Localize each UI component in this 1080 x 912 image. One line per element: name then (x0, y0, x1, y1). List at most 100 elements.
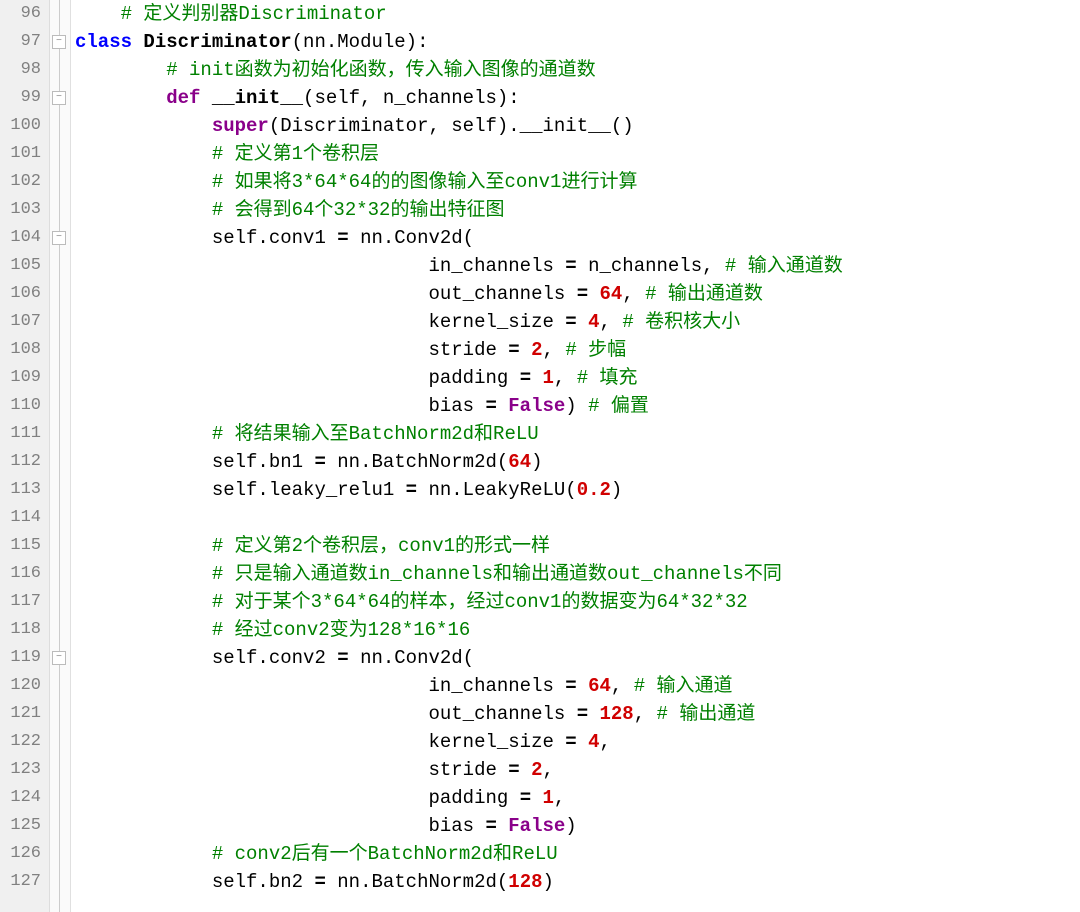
code-token: # init函数为初始化函数，传入输入图像的通道数 (166, 59, 595, 81)
code-token: # 输出通道 (657, 703, 756, 725)
code-token (75, 171, 212, 193)
code-token: # conv2后有一个BatchNorm2d和ReLU (212, 843, 558, 865)
code-token: out_channels (75, 703, 577, 725)
code-token: # 对于某个3*64*64的样本，经过conv1的数据变为64*32*32 (212, 591, 748, 613)
line-number: 103 (0, 196, 41, 224)
code-line[interactable]: self.conv2 = nn.Conv2d( (75, 644, 1080, 672)
line-number: 120 (0, 672, 41, 700)
code-token: (nn.Module): (292, 31, 429, 53)
code-line[interactable]: self.conv1 = nn.Conv2d( (75, 224, 1080, 252)
code-token: 4 (588, 311, 599, 333)
code-token: = (485, 815, 508, 837)
code-token: = (565, 255, 588, 277)
fold-toggle-icon[interactable]: − (52, 231, 66, 245)
code-token: # 卷积核大小 (622, 311, 740, 333)
line-number: 101 (0, 140, 41, 168)
code-token: # 填充 (577, 367, 638, 389)
code-line[interactable]: # 只是输入通道数in_channels和输出通道数out_channels不同 (75, 560, 1080, 588)
code-line[interactable]: super(Discriminator, self).__init__() (75, 112, 1080, 140)
line-number: 126 (0, 840, 41, 868)
code-token (75, 59, 166, 81)
fold-toggle-icon[interactable]: − (52, 651, 66, 665)
code-token: # 会得到64个32*32的输出特征图 (212, 199, 505, 221)
code-line[interactable]: # 定义第2个卷积层，conv1的形式一样 (75, 532, 1080, 560)
code-token: , (600, 731, 611, 753)
line-number: 111 (0, 420, 41, 448)
fold-toggle-icon[interactable]: − (52, 91, 66, 105)
code-token (75, 143, 212, 165)
code-area[interactable]: # 定义判别器Discriminator class Discriminator(… (71, 0, 1080, 912)
code-token: 128 (600, 703, 634, 725)
code-token: (Discriminator, self).__init__() (269, 115, 634, 137)
code-line[interactable]: # 将结果输入至BatchNorm2d和ReLU (75, 420, 1080, 448)
code-token: = (314, 451, 337, 473)
code-line[interactable]: kernel_size = 4, # 卷积核大小 (75, 308, 1080, 336)
line-number: 99 (0, 84, 41, 112)
code-token: ) (611, 479, 622, 501)
line-number: 98 (0, 56, 41, 84)
code-line[interactable]: # 会得到64个32*32的输出特征图 (75, 196, 1080, 224)
code-line[interactable]: # conv2后有一个BatchNorm2d和ReLU (75, 840, 1080, 868)
code-line[interactable]: # 如果将3*64*64的的图像输入至conv1进行计算 (75, 168, 1080, 196)
code-token: self.bn1 (75, 451, 314, 473)
code-token: 1 (543, 787, 554, 809)
code-line[interactable]: bias = False) # 偏置 (75, 392, 1080, 420)
line-number: 107 (0, 308, 41, 336)
code-token: ) (543, 871, 554, 893)
line-number: 122 (0, 728, 41, 756)
code-token: nn.LeakyReLU( (428, 479, 576, 501)
code-line[interactable]: kernel_size = 4, (75, 728, 1080, 756)
line-number: 108 (0, 336, 41, 364)
code-line[interactable]: in_channels = 64, # 输入通道 (75, 672, 1080, 700)
line-number: 112 (0, 448, 41, 476)
code-token: False (508, 815, 565, 837)
code-token: # 只是输入通道数in_channels和输出通道数out_channels不同 (212, 563, 782, 585)
code-line[interactable]: # 对于某个3*64*64的样本，经过conv1的数据变为64*32*32 (75, 588, 1080, 616)
code-line[interactable]: bias = False) (75, 812, 1080, 840)
code-line[interactable]: class Discriminator(nn.Module): (75, 28, 1080, 56)
code-token: kernel_size (75, 311, 565, 333)
code-token: 2 (531, 339, 542, 361)
line-number: 123 (0, 756, 41, 784)
code-line[interactable]: # 定义判别器Discriminator (75, 0, 1080, 28)
code-token: class (75, 31, 143, 53)
code-line[interactable]: # 定义第1个卷积层 (75, 140, 1080, 168)
code-line[interactable]: in_channels = n_channels, # 输入通道数 (75, 252, 1080, 280)
line-number: 116 (0, 560, 41, 588)
code-token: = (565, 311, 588, 333)
code-token: # 输出通道数 (645, 283, 763, 305)
code-token: # 定义判别器Discriminator (121, 3, 387, 25)
code-line[interactable]: self.leaky_relu1 = nn.LeakyReLU(0.2) (75, 476, 1080, 504)
code-line[interactable]: # 经过conv2变为128*16*16 (75, 616, 1080, 644)
code-line[interactable]: stride = 2, (75, 756, 1080, 784)
code-token: nn.BatchNorm2d( (337, 871, 508, 893)
code-line[interactable]: self.bn2 = nn.BatchNorm2d(128) (75, 868, 1080, 896)
code-token: = (577, 283, 600, 305)
code-line[interactable]: def __init__(self, n_channels): (75, 84, 1080, 112)
line-number: 127 (0, 868, 41, 896)
code-line[interactable]: # init函数为初始化函数，传入输入图像的通道数 (75, 56, 1080, 84)
code-token: = (565, 675, 588, 697)
fold-toggle-icon[interactable]: − (52, 35, 66, 49)
line-number: 97 (0, 28, 41, 56)
line-number: 109 (0, 364, 41, 392)
code-token: self.leaky_relu1 (75, 479, 406, 501)
code-token: , (611, 675, 634, 697)
code-line[interactable]: out_channels = 128, # 输出通道 (75, 700, 1080, 728)
line-number: 124 (0, 784, 41, 812)
code-token: , (554, 367, 577, 389)
code-editor[interactable]: 9697989910010110210310410510610710810911… (0, 0, 1080, 912)
code-token (75, 535, 212, 557)
code-line[interactable]: padding = 1, (75, 784, 1080, 812)
code-line[interactable]: out_channels = 64, # 输出通道数 (75, 280, 1080, 308)
line-number: 121 (0, 700, 41, 728)
code-token: = (406, 479, 429, 501)
code-token: bias (75, 395, 485, 417)
code-line[interactable]: padding = 1, # 填充 (75, 364, 1080, 392)
code-token: nn.Conv2d( (360, 647, 474, 669)
code-line[interactable]: stride = 2, # 步幅 (75, 336, 1080, 364)
code-line[interactable]: self.bn1 = nn.BatchNorm2d(64) (75, 448, 1080, 476)
code-token: , (543, 759, 554, 781)
code-line[interactable] (75, 504, 1080, 532)
code-token: , (634, 703, 657, 725)
